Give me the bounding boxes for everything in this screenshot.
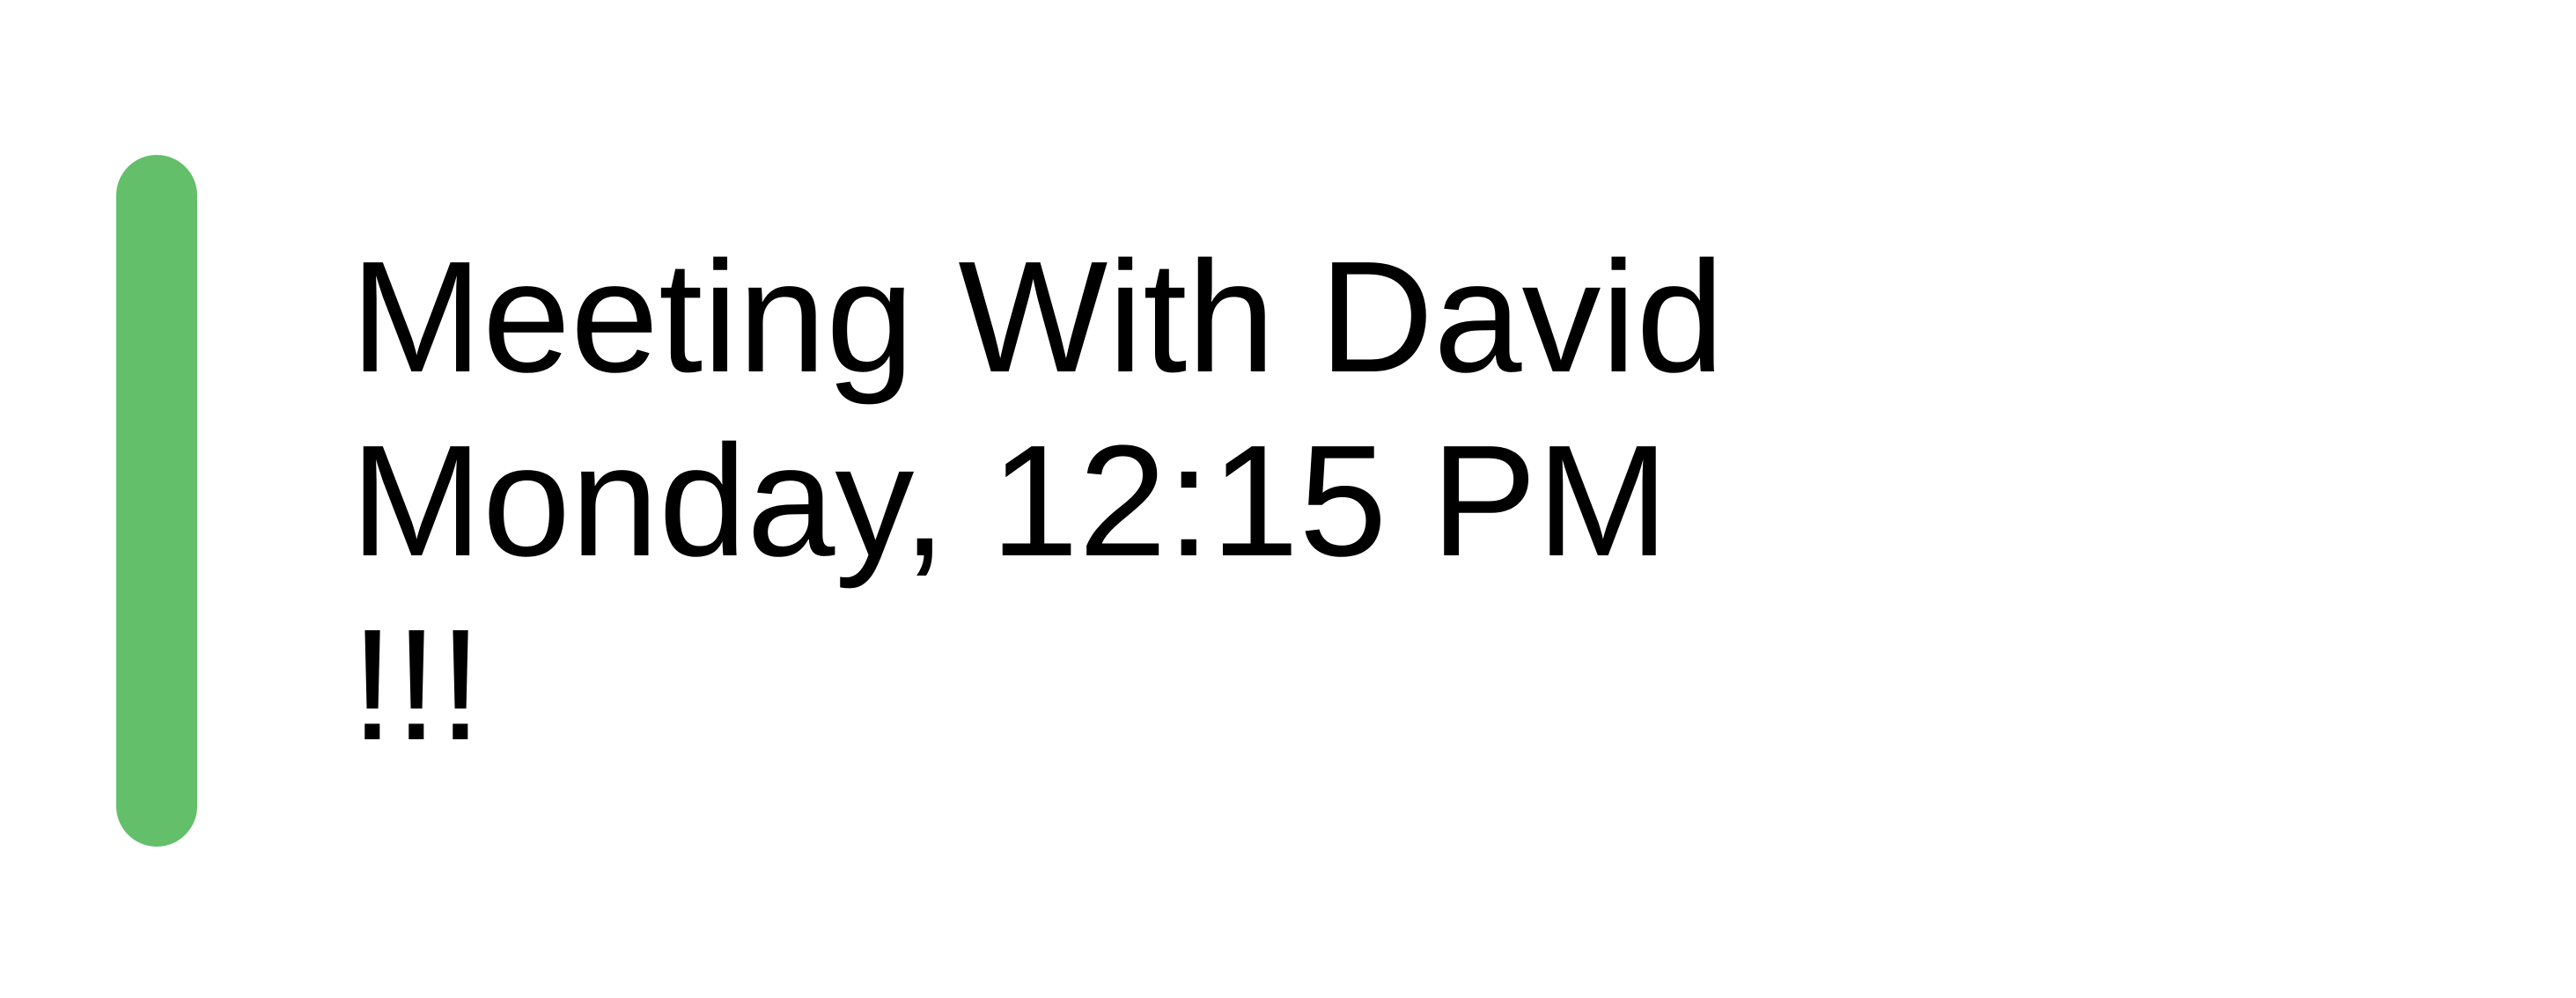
event-details: Meeting With David Monday, 12:15 PM !!! <box>350 225 1725 777</box>
event-datetime: Monday, 12:15 PM <box>350 413 1669 590</box>
event-card[interactable]: Meeting With David Monday, 12:15 PM !!! <box>0 0 2576 998</box>
calendar-color-bar <box>116 155 197 847</box>
event-priority: !!! <box>350 597 483 774</box>
event-title: Meeting With David <box>350 229 1725 406</box>
